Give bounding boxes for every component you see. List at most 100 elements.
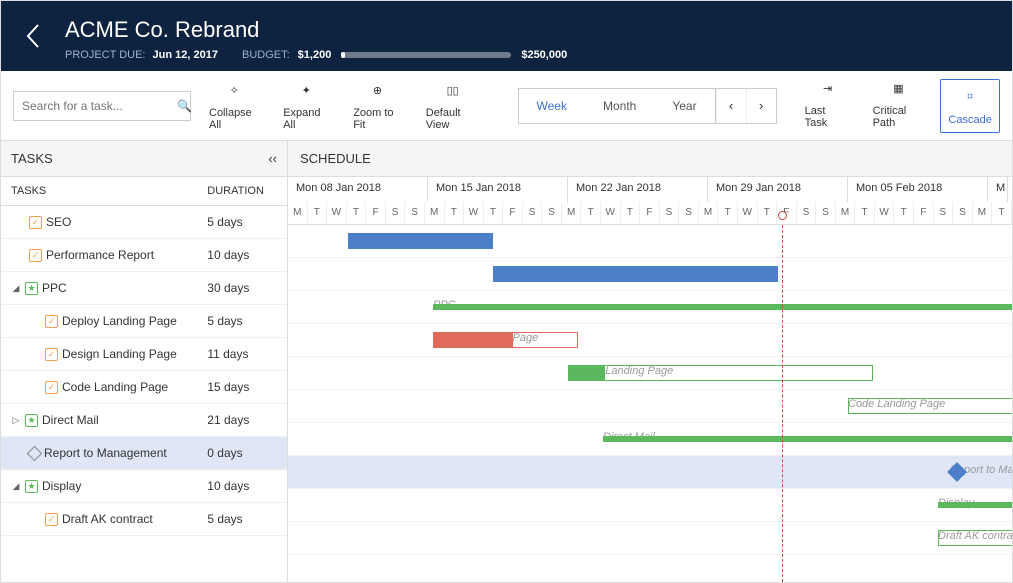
task-name-label: Direct Mail: [42, 413, 99, 427]
task-row[interactable]: ✓Draft AK contract5 days: [1, 503, 287, 536]
day-header: T: [758, 202, 778, 224]
star-icon: ★: [25, 480, 38, 493]
last-task-button[interactable]: ⇥Last Task: [799, 79, 857, 133]
gantt-bar[interactable]: [938, 530, 1012, 546]
cascade-icon: ⌗: [967, 88, 973, 108]
collapse-panel-icon[interactable]: ‹‹: [268, 151, 277, 166]
gantt-row[interactable]: SEO: [288, 225, 1012, 258]
default-view-button[interactable]: ▯▯Default View: [420, 81, 486, 131]
expand-toggle[interactable]: ◢: [11, 283, 21, 294]
gantt-row[interactable]: Draft AK contract: [288, 522, 1012, 555]
task-row[interactable]: ✓Design Landing Page11 days: [1, 338, 287, 371]
project-title: ACME Co. Rebrand: [65, 17, 996, 43]
prev-button[interactable]: ‹: [716, 89, 746, 123]
day-header: T: [894, 202, 914, 224]
task-row[interactable]: ◢★PPC30 days: [1, 272, 287, 305]
expand-toggle[interactable]: ◢: [11, 481, 21, 492]
budget-spent: $1,200: [298, 49, 332, 61]
task-row[interactable]: ✓Code Landing Page15 days: [1, 371, 287, 404]
view-month[interactable]: Month: [585, 89, 654, 123]
search-box[interactable]: 🔍: [13, 91, 191, 121]
day-header: M: [836, 202, 856, 224]
tasks-panel: TASKS‹‹ TASKS DURATION ✓SEO5 days✓Perfor…: [1, 141, 288, 582]
task-name-label: PPC: [42, 281, 67, 295]
chevron-left-icon: [24, 21, 42, 51]
star-icon: ★: [25, 414, 38, 427]
gantt-row[interactable]: Performance Report: [288, 258, 1012, 291]
timeline-header: Mon 08 Jan 2018Mon 15 Jan 2018Mon 22 Jan…: [288, 176, 1012, 225]
gantt-row[interactable]: PPC: [288, 291, 1012, 324]
day-header: S: [679, 202, 699, 224]
week-header: Mon 22 Jan 2018: [568, 177, 708, 202]
search-input[interactable]: [22, 99, 177, 113]
gantt-row[interactable]: Display: [288, 489, 1012, 522]
toolbar: 🔍 ✧Collapse All ✦Expand All ⊕Zoom to Fit…: [1, 71, 1012, 141]
day-header: W: [464, 202, 484, 224]
task-duration: 30 days: [197, 281, 287, 295]
view-week[interactable]: Week: [519, 89, 585, 123]
gantt-bar[interactable]: [433, 332, 578, 348]
due-date: Jun 12, 2017: [153, 49, 218, 61]
next-button[interactable]: ›: [746, 89, 776, 123]
gantt-bar[interactable]: [938, 502, 1012, 508]
app-header: ACME Co. Rebrand PROJECT DUE: Jun 12, 20…: [1, 1, 1012, 71]
task-name-label: Report to Management: [44, 446, 167, 460]
day-header: F: [914, 202, 934, 224]
task-row[interactable]: ✓Performance Report10 days: [1, 239, 287, 272]
day-header: W: [738, 202, 758, 224]
day-header: S: [405, 202, 425, 224]
task-row[interactable]: ✓SEO5 days: [1, 206, 287, 239]
week-header: Mon 05 Feb 2018: [848, 177, 988, 202]
task-duration: 10 days: [197, 248, 287, 262]
budget-progress-bar: [341, 52, 511, 58]
schedule-panel: SCHEDULE Mon 08 Jan 2018Mon 15 Jan 2018M…: [288, 141, 1012, 582]
schedule-title: SCHEDULE: [288, 141, 1012, 176]
day-header: M: [699, 202, 719, 224]
gantt-bar[interactable]: [603, 436, 1012, 442]
day-header: T: [347, 202, 367, 224]
gantt-row[interactable]: Deploy Landing Page: [288, 324, 1012, 357]
collapse-all-button[interactable]: ✧Collapse All: [203, 81, 265, 131]
expand-toggle[interactable]: ▷: [11, 415, 21, 426]
gantt-row[interactable]: Design Landing Page: [288, 357, 1012, 390]
last-task-icon: ⇥: [823, 79, 832, 99]
task-duration: 15 days: [197, 380, 287, 394]
cascade-button[interactable]: ⌗Cascade: [940, 79, 1000, 133]
task-row[interactable]: Report to Management0 days: [1, 437, 287, 470]
critical-path-button[interactable]: ▦Critical Path: [867, 79, 931, 133]
expand-all-button[interactable]: ✦Expand All: [277, 81, 335, 131]
gantt-bar[interactable]: [848, 398, 1012, 414]
day-header: M: [288, 202, 308, 224]
day-header: S: [542, 202, 562, 224]
view-year[interactable]: Year: [654, 89, 714, 123]
gantt-bar[interactable]: [348, 233, 493, 249]
day-header: M: [562, 202, 582, 224]
zoom-icon: ⊕: [373, 81, 382, 101]
zoom-fit-button[interactable]: ⊕Zoom to Fit: [347, 81, 408, 131]
gantt-row[interactable]: Report to Management: [288, 456, 1012, 489]
day-header: S: [386, 202, 406, 224]
task-row[interactable]: ✓Deploy Landing Page5 days: [1, 305, 287, 338]
day-header: T: [445, 202, 465, 224]
back-button[interactable]: [1, 1, 65, 71]
default-view-icon: ▯▯: [447, 81, 459, 101]
day-header: W: [601, 202, 621, 224]
search-icon[interactable]: 🔍: [177, 99, 192, 113]
gantt-bar[interactable]: [493, 266, 778, 282]
tick-icon: ✓: [45, 315, 58, 328]
day-header: T: [484, 202, 504, 224]
gantt-row[interactable]: Direct Mail: [288, 423, 1012, 456]
task-row[interactable]: ◢★Display10 days: [1, 470, 287, 503]
diamond-icon: [27, 445, 43, 461]
task-duration: 5 days: [197, 314, 287, 328]
day-header: S: [934, 202, 954, 224]
gantt-bar[interactable]: [568, 365, 873, 381]
gantt-bar[interactable]: [433, 304, 1012, 310]
task-row[interactable]: ▷★Direct Mail21 days: [1, 404, 287, 437]
gantt-chart[interactable]: SEOPerformance ReportPPCDeploy Landing P…: [288, 225, 1012, 582]
view-range-toggle: Week Month Year ‹ ›: [518, 88, 777, 124]
expand-icon: ✦: [302, 81, 311, 101]
gantt-row[interactable]: Code Landing Page: [288, 390, 1012, 423]
task-name-label: Performance Report: [46, 248, 154, 262]
day-header: T: [308, 202, 328, 224]
